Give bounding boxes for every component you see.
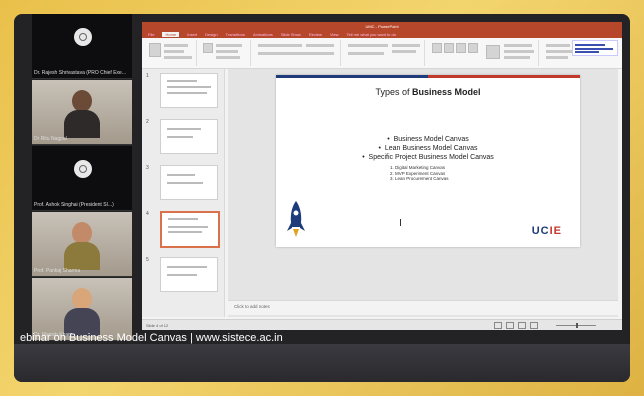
sistec-logo <box>572 40 618 56</box>
drawing-group[interactable] <box>428 40 539 66</box>
slides-group[interactable] <box>200 40 251 66</box>
slide-title[interactable]: Types of Business Model <box>276 87 580 97</box>
slide-number: 4 <box>146 211 149 217</box>
bullet-text: Specific Project Business Model Canvas <box>368 154 494 161</box>
participant-tile[interactable]: Prof. Pankaj Sharma <box>32 212 132 277</box>
bullet-item: • Business Model Canvas <box>387 136 469 143</box>
participant-name: Dr. Rajesh Shrivastava (PRO Chief Exe... <box>34 70 126 76</box>
tab-view[interactable]: View <box>330 32 339 37</box>
window-title-bar: UMC - PowerPoint <box>142 22 622 30</box>
tab-slide-show[interactable]: Slide Show <box>281 32 301 37</box>
participants-panel: Dr. Rajesh Shrivastava (PRO Chief Exe...… <box>20 14 134 344</box>
participant-video <box>64 222 100 270</box>
webinar-caption: ebinar on Business Model Canvas | www.si… <box>20 332 283 344</box>
slide-top-bar-blue <box>276 75 428 78</box>
slide-number: 1 <box>146 73 149 79</box>
tell-me-search[interactable]: Tell me what you want to do <box>347 32 396 37</box>
arrange-icon[interactable] <box>486 45 500 59</box>
slide-thumbnail[interactable] <box>160 165 218 200</box>
participant-tile[interactable]: Dr. Rajesh Shrivastava (PRO Chief Exe... <box>32 14 132 79</box>
paragraph-group[interactable] <box>344 40 425 66</box>
slide-title-bold: Business Model <box>412 87 481 97</box>
shape-icon[interactable] <box>468 43 478 53</box>
rocket-icon <box>287 201 305 237</box>
bullet-text: Business Model Canvas <box>393 136 469 143</box>
sub-item: 3. Lean Procurement Canvas <box>390 176 449 181</box>
participant-video <box>64 90 100 138</box>
sub-list[interactable]: 1. Digital Marketing Canvas 2. MVP Exper… <box>390 165 449 182</box>
status-bar: Slide 4 of 12 <box>142 319 622 330</box>
slide-number: 5 <box>146 257 149 263</box>
sub-item: 1. Digital Marketing Canvas <box>390 165 446 170</box>
participant-tile[interactable]: Prof. Ashok Singhai (President SI...) <box>32 146 132 211</box>
bullet-text: Lean Business Model Canvas <box>384 145 478 152</box>
slide-number: 3 <box>146 165 149 171</box>
slide-sorter-icon[interactable] <box>506 322 514 329</box>
slide-top-bar-red <box>428 75 580 78</box>
participant-name: Prof. Ashok Singhai (President SI...) <box>34 202 114 208</box>
normal-view-icon[interactable] <box>494 322 502 329</box>
slide-number: 2 <box>146 119 149 125</box>
bullet-item: • Specific Project Business Model Canvas <box>362 154 494 161</box>
zoom-slider-knob[interactable] <box>576 323 578 328</box>
slide-editor: Types of Business Model • Business Model… <box>228 69 618 317</box>
shape-icon[interactable] <box>444 43 454 53</box>
slideshow-icon[interactable] <box>530 322 538 329</box>
notes-placeholder: Click to add notes <box>234 304 270 309</box>
tab-home[interactable]: Home <box>162 31 180 37</box>
meeting-window: Dr. Rajesh Shrivastava (PRO Chief Exe...… <box>14 14 630 382</box>
participant-video <box>64 288 100 336</box>
shape-icon[interactable] <box>432 43 442 53</box>
powerpoint-window: UMC - PowerPoint File Home Insert Design… <box>142 22 622 330</box>
participant-name: Prof. Pankaj Sharma <box>34 268 81 274</box>
shape-icon[interactable] <box>456 43 466 53</box>
ribbon <box>142 38 622 69</box>
tab-transitions[interactable]: Transitions <box>226 32 245 37</box>
new-slide-icon[interactable] <box>203 43 213 53</box>
current-slide[interactable]: Types of Business Model • Business Model… <box>276 75 580 247</box>
participant-name: Dr Ritu Nagpal <box>34 136 67 142</box>
tab-review[interactable]: Review <box>309 32 322 37</box>
tab-file[interactable]: File <box>148 32 154 37</box>
slide-thumbnails-panel: 1 2 3 4 5 <box>142 69 225 317</box>
paste-icon[interactable] <box>149 43 161 57</box>
user-avatar-icon <box>74 160 92 178</box>
notes-pane[interactable]: Click to add notes <box>228 300 618 315</box>
clipboard-group[interactable] <box>146 40 197 66</box>
ucie-logo: UCIE <box>531 225 562 237</box>
slide-thumbnail[interactable] <box>160 119 218 154</box>
slide-thumbnail[interactable] <box>160 257 218 292</box>
font-group[interactable] <box>254 40 341 66</box>
slide-counter: Slide 4 of 12 <box>146 323 169 328</box>
participant-tile[interactable]: Dr Ritu Nagpal <box>32 80 132 145</box>
slide-title-text: Types of <box>375 87 412 97</box>
tab-design[interactable]: Design <box>205 32 217 37</box>
user-avatar-icon <box>74 28 92 46</box>
tab-insert[interactable]: Insert <box>187 32 197 37</box>
tab-animations[interactable]: Animations <box>253 32 273 37</box>
text-cursor <box>400 219 401 226</box>
slide-thumbnail[interactable] <box>160 73 218 108</box>
window-title: UMC - PowerPoint <box>365 23 399 29</box>
ribbon-tabs: File Home Insert Design Transitions Anim… <box>142 30 622 38</box>
reading-view-icon[interactable] <box>518 322 526 329</box>
meeting-footer <box>14 344 630 382</box>
bullet-list[interactable]: • Business Model Canvas • Lean Business … <box>276 135 580 162</box>
slide-thumbnail-selected[interactable] <box>160 211 220 248</box>
bullet-item: • Lean Business Model Canvas <box>378 145 478 152</box>
